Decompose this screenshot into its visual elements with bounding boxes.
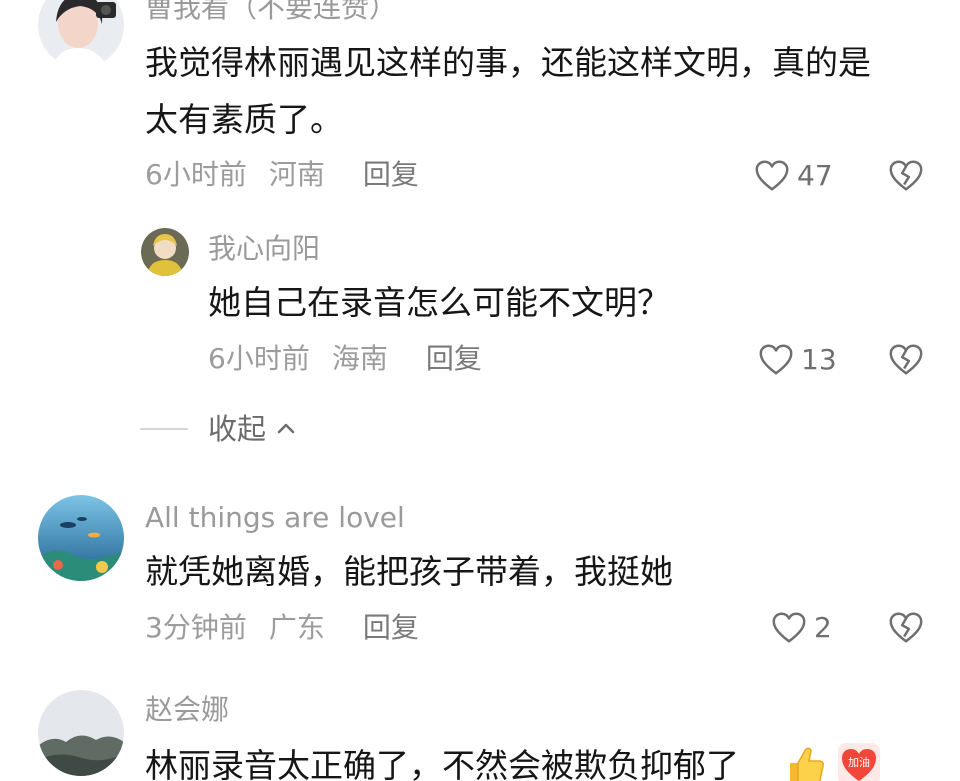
- comment-meta: 3分钟前 广东 回复: [145, 611, 419, 645]
- reply-button[interactable]: 回复: [363, 158, 419, 192]
- divider: [140, 428, 188, 430]
- comment-text: 就凭她离婚，能把孩子带着，我挺她: [145, 552, 673, 591]
- thumbs-up-sticker: [782, 741, 828, 781]
- dislike-button[interactable]: [887, 609, 925, 647]
- comment-text: 我觉得林丽遇见这样的事，还能这样文明，真的是: [145, 43, 871, 82]
- comment-time: 6小时前: [145, 158, 247, 191]
- collapse-label: 收起: [208, 412, 267, 446]
- comment-meta: 6小时前 河南 回复: [145, 158, 419, 192]
- like-count: 13: [801, 343, 837, 376]
- comment-location: 广东: [268, 611, 325, 644]
- reply-time: 6小时前: [208, 342, 310, 375]
- comment-time: 3分钟前: [145, 611, 247, 644]
- heart-outline-icon: [772, 612, 806, 643]
- like-count: 47: [797, 159, 833, 192]
- comment-section: 曹我看（不要连赞） 我觉得林丽遇见这样的事，还能这样文明，真的是 太有素质了。 …: [0, 0, 960, 781]
- comment-location: 河南: [268, 158, 325, 191]
- reply-username[interactable]: 我心向阳: [208, 232, 320, 266]
- comment-username[interactable]: 赵会娜: [145, 693, 229, 727]
- broken-heart-icon: [889, 160, 923, 191]
- jiayou-sticker: 加油: [836, 741, 882, 781]
- reply-button[interactable]: 回复: [363, 611, 419, 645]
- comment-text: 太有素质了。: [145, 100, 343, 139]
- heart-outline-icon: [755, 160, 789, 191]
- reply-text: 她自己在录音怎么可能不文明？: [208, 283, 670, 322]
- like-button[interactable]: 13: [757, 340, 837, 380]
- dislike-button[interactable]: [887, 341, 925, 379]
- avatar[interactable]: [38, 0, 124, 68]
- reply-location: 海南: [331, 342, 388, 375]
- comment-username[interactable]: All things are lovel: [145, 501, 405, 535]
- broken-heart-icon: [889, 612, 923, 643]
- comment-username[interactable]: 曹我看（不要连赞）: [145, 0, 397, 25]
- sticker-group: 加油: [782, 741, 890, 781]
- avatar[interactable]: [38, 690, 124, 776]
- avatar[interactable]: [141, 228, 189, 276]
- chevron-up-icon: [277, 423, 295, 434]
- avatar[interactable]: [38, 495, 124, 581]
- like-button[interactable]: 2: [770, 608, 832, 648]
- reply-meta: 6小时前 海南 回复: [208, 342, 482, 376]
- dislike-button[interactable]: [887, 157, 925, 195]
- sticker-label: 加油: [848, 755, 870, 769]
- broken-heart-icon: [889, 344, 923, 375]
- reply-button[interactable]: 回复: [426, 342, 482, 376]
- collapse-replies-button[interactable]: 收起: [140, 409, 298, 449]
- like-button[interactable]: 47: [753, 156, 833, 196]
- heart-outline-icon: [759, 344, 793, 375]
- comment-text: 林丽录音太正确了，不然会被欺负抑郁了: [145, 746, 739, 781]
- like-count: 2: [814, 611, 832, 644]
